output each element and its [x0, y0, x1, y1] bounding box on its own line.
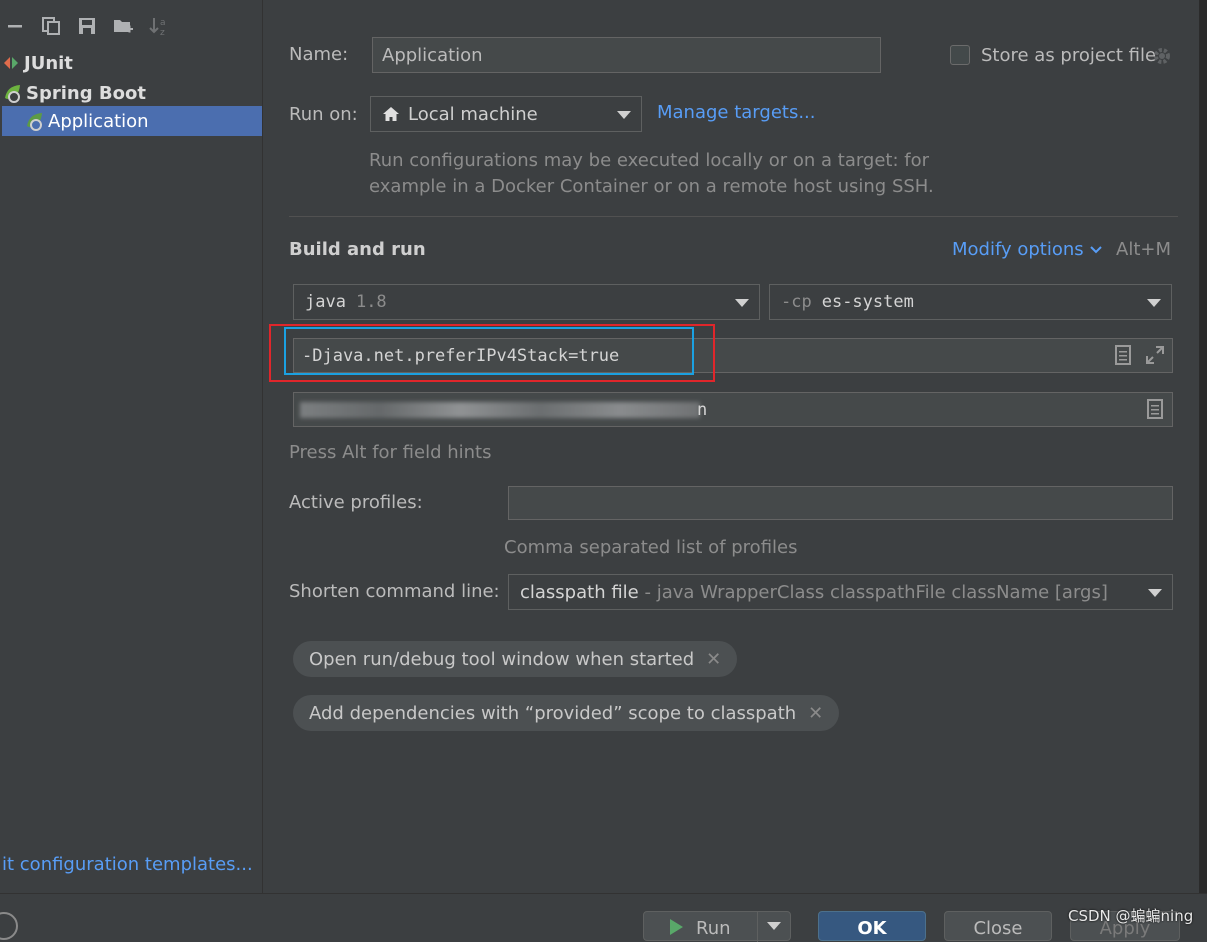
modify-options-link[interactable]: Modify options: [952, 239, 1102, 260]
save-configuration-icon[interactable]: [76, 15, 98, 37]
cp-module: es-system: [821, 292, 914, 312]
copy-configuration-icon[interactable]: [40, 15, 62, 37]
remove-configuration-icon[interactable]: [4, 15, 26, 37]
field-hints-text: Press Alt for field hints: [289, 442, 492, 463]
shorten-command-line-label: Shorten command line:: [289, 581, 500, 602]
new-folder-icon[interactable]: [112, 15, 134, 37]
tree-item-label: Spring Boot: [26, 82, 146, 104]
chip-label: Add dependencies with “provided” scope t…: [309, 702, 797, 724]
jre-name: java: [305, 292, 346, 312]
cp-prefix: -cp: [781, 292, 812, 312]
blue-highlight-box: [284, 327, 694, 375]
edit-configuration-templates-link[interactable]: it configuration templates...: [2, 854, 253, 875]
configurations-toolbar: az: [0, 8, 262, 44]
chevron-down-icon[interactable]: [767, 922, 781, 930]
classpath-module-dropdown[interactable]: -cp es-system: [769, 284, 1172, 320]
split-divider: [757, 912, 758, 942]
store-as-project-file-label[interactable]: Store as project file: [981, 45, 1156, 66]
document-icon[interactable]: [1146, 399, 1164, 424]
tree-item-spring-boot[interactable]: Spring Boot: [0, 80, 262, 106]
chevron-down-icon: [1148, 589, 1162, 597]
shorten-value: classpath file: [520, 581, 639, 603]
run-on-hint-line1: Run configurations may be executed local…: [369, 150, 930, 171]
tree-item-junit[interactable]: JUnit: [0, 50, 262, 76]
store-as-project-file-checkbox[interactable]: [950, 45, 970, 65]
play-icon: [668, 918, 684, 936]
name-label: Name:: [289, 44, 349, 65]
close-icon[interactable]: ✕: [706, 649, 721, 670]
svg-text:z: z: [160, 28, 165, 37]
home-icon: [382, 105, 400, 123]
section-divider: [289, 216, 1178, 217]
ok-button[interactable]: OK: [818, 911, 926, 941]
jre-version: 1.8: [355, 292, 387, 312]
tree-item-label: JUnit: [24, 52, 73, 74]
shorten-command-line-dropdown[interactable]: classpath file - java WrapperClass class…: [508, 574, 1173, 610]
active-profiles-field[interactable]: [508, 486, 1173, 520]
manage-targets-link[interactable]: Manage targets...: [657, 102, 816, 123]
tree-item-application[interactable]: Application: [2, 106, 262, 136]
name-field[interactable]: Application: [372, 37, 881, 73]
modify-options-label: Modify options: [952, 239, 1084, 260]
run-on-value: Local machine: [408, 103, 538, 125]
watermark-text: CSDN @蝙蝙ning: [1068, 907, 1194, 925]
svg-text:a: a: [160, 18, 166, 28]
active-profiles-label: Active profiles:: [289, 492, 423, 513]
option-chip-provided-scope[interactable]: Add dependencies with “provided” scope t…: [293, 695, 840, 731]
tree-item-label: Application: [48, 110, 149, 132]
blurred-main-class: [300, 402, 700, 418]
option-chip-open-tool-window[interactable]: Open run/debug tool window when started …: [293, 641, 738, 677]
gear-icon[interactable]: [1152, 46, 1172, 71]
build-and-run-heading: Build and run: [289, 239, 426, 260]
close-icon[interactable]: ✕: [808, 703, 823, 724]
run-button[interactable]: Run: [643, 911, 791, 942]
close-button[interactable]: Close: [944, 911, 1052, 941]
chevron-down-icon: [1089, 245, 1102, 255]
main-class-field[interactable]: n: [293, 392, 1173, 427]
main-class-visible-tail: n: [697, 400, 708, 420]
modify-options-shortcut: Alt+M: [1116, 239, 1171, 260]
chevron-down-icon: [617, 111, 631, 119]
chip-label: Open run/debug tool window when started: [309, 648, 695, 670]
junit-icon: [2, 54, 24, 72]
run-on-label: Run on:: [289, 104, 358, 125]
expand-icon[interactable]: [1145, 345, 1165, 370]
run-button-label: Run: [696, 918, 731, 939]
profiles-hint: Comma separated list of profiles: [504, 537, 798, 558]
window-edge: [1199, 0, 1207, 893]
sort-alphabetically-icon[interactable]: az: [148, 15, 170, 37]
chevron-down-icon: [1147, 299, 1161, 307]
spring-app-icon: [24, 110, 48, 132]
chevron-down-icon: [735, 299, 749, 307]
run-on-dropdown[interactable]: Local machine: [370, 96, 642, 132]
jre-dropdown[interactable]: java 1.8: [293, 284, 760, 320]
shorten-description: - java WrapperClass classpathFile classN…: [638, 581, 1108, 603]
spring-boot-icon: [2, 82, 26, 104]
run-on-hint-line2: example in a Docker Container or on a re…: [369, 176, 934, 197]
document-icon[interactable]: [1114, 345, 1132, 370]
